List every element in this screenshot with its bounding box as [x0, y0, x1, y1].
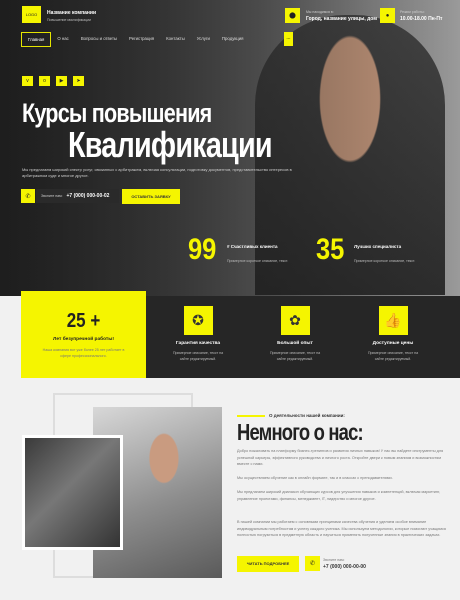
logo[interactable]: LOGO [22, 6, 41, 23]
feature-title: Большой опыт [277, 341, 313, 346]
feature-title: Доступные цены [372, 341, 414, 346]
location-icon: ⬤ [285, 8, 300, 23]
hero-lead: Мы предлагаем широкий спектр услуг, связ… [22, 167, 292, 178]
eyebrow-line [237, 415, 265, 417]
about-paragraph: Добро пожаловать на платформу бизнес-тре… [237, 449, 444, 466]
nav-products[interactable]: Продукция [216, 32, 250, 47]
hero-phone[interactable]: +7 (000) 000-00-02 [67, 193, 110, 199]
feature-title: Гарантия качества [175, 341, 221, 346]
stat-value: 99 [188, 233, 217, 266]
vk-icon[interactable]: v [22, 76, 33, 86]
stat-title: Лучших специалиста [354, 244, 402, 249]
nav-more-button[interactable]: ... [284, 32, 293, 46]
about-paragraph: В нашей компании мы работаем с основными… [237, 520, 446, 537]
about-title: Немного о нас: [237, 419, 364, 445]
company-desc: Повышение квалификации [47, 18, 91, 22]
feature-desc: Примерное описание, текст на сайте редак… [172, 351, 224, 361]
about-phone[interactable]: +7 (000) 000-00-00 [323, 564, 366, 570]
main-nav: Главная О нас Вопросы и ответы Регистрац… [21, 32, 249, 47]
experience-title: Лет безупречной работы! [53, 337, 114, 342]
feature-desc: Примерное описание, текст на сайте редак… [367, 351, 419, 361]
hero-title-line2: Квалификации [68, 124, 273, 165]
features-band: ✪ Гарантия качества Примерное описание, … [146, 296, 460, 378]
nav-services[interactable]: Услуги [191, 32, 216, 47]
stat-desc: Примерное короткое описание, текст. [227, 259, 289, 263]
address-label: Мы находимся в: [306, 10, 334, 14]
feature-card: ✪ Гарантия качества Примерное описание, … [146, 296, 250, 362]
youtube-icon[interactable]: ▶ [56, 76, 67, 86]
experience-desc: Наша компания вот уже более 25 лет работ… [42, 348, 125, 358]
hours: 10.00-18.00 Пн-Пт [400, 16, 443, 22]
nav-faq[interactable]: Вопросы и ответы [75, 32, 123, 47]
about-phone-label: Звоните нам: [323, 558, 345, 562]
social-links: v o ▶ ➤ [22, 76, 84, 86]
clock-icon: ● [380, 8, 395, 23]
quality-icon: ✪ [183, 306, 213, 335]
about-paragraph: Мы осуществляем обучение как в онлайн фо… [237, 476, 393, 480]
read-more-button[interactable]: ЧИТАТЬ ПОДРОБНЕЕ [237, 556, 299, 572]
address: Город, название улицы, дом [306, 16, 377, 22]
nav-contacts[interactable]: Контакты [160, 32, 191, 47]
medal-icon: ✿ [280, 306, 310, 335]
nav-home[interactable]: Главная [21, 32, 52, 47]
price-tag-icon: 👍 [378, 306, 408, 335]
nav-registration[interactable]: Регистрация [123, 32, 160, 47]
about-paragraph: Мы предлагаем широкий диапазон обучающих… [237, 490, 440, 501]
hours-label: Режим работы: [400, 10, 425, 14]
phone-icon: ✆ [21, 189, 35, 203]
about-eyebrow: О деятельности нашей компании: [269, 413, 345, 418]
leave-request-button[interactable]: ОСТАВИТЬ ЗАЯВКУ [122, 189, 180, 204]
stat-value: 35 [316, 233, 345, 266]
feature-desc: Примерное описание, текст на сайте редак… [269, 351, 321, 361]
phone-icon: ✆ [305, 556, 320, 571]
company-name: Название компании [47, 10, 97, 16]
ok-icon[interactable]: o [39, 76, 50, 86]
nav-about[interactable]: О нас [51, 32, 74, 47]
about-photo-small [22, 435, 123, 550]
feature-card: 👍 Доступные цены Примерное описание, тек… [341, 296, 445, 362]
hero-phone-label: Звоните нам: [41, 194, 63, 198]
stat-title: # Счастливых клиента [227, 244, 278, 249]
experience-box: 25 + Лет безупречной работы! Наша компан… [21, 291, 146, 378]
feature-card: ✿ Большой опыт Примерное описание, текст… [243, 296, 347, 362]
stat-desc: Примерное короткое описание, текст. [354, 259, 416, 263]
telegram-icon[interactable]: ➤ [73, 76, 84, 86]
experience-value: 25 + [66, 310, 101, 332]
